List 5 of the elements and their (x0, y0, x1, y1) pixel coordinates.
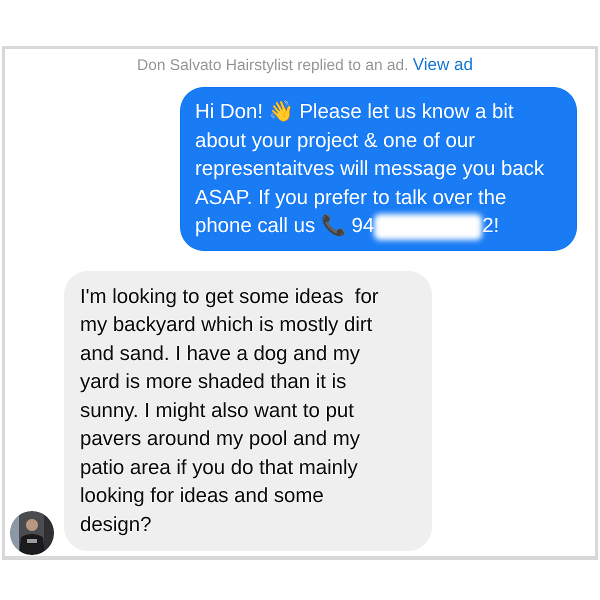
avatar[interactable] (10, 511, 54, 555)
received-message: I'm looking to get some ideas for my backyard which is mostly dirt and sand. I have a dog and my yard is more shaded than it is sunny. I might also want to put pavers around my pool and my patio area if you do that mainly looking for ideas and some design? (64, 270, 432, 551)
view-ad-link[interactable]: View ad (412, 55, 473, 74)
notice-text: Don Salvato Hairstylist replied to an ad. (137, 57, 410, 74)
sent-message: Hi Don! 👋 Please let us know a bit about your project & one of our representaitves will message you back ASAP. If you prefer to talk over the phone call us 📞 94 2! (180, 87, 577, 250)
